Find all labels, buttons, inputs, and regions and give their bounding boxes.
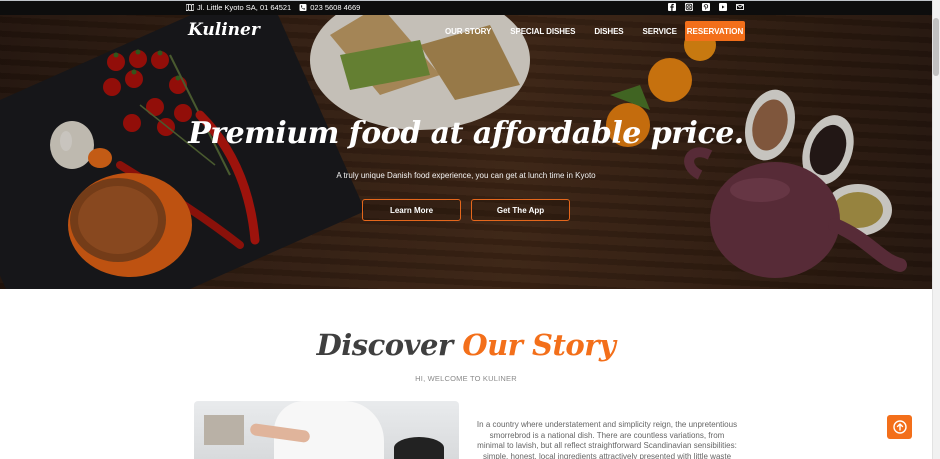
page-scrollbar[interactable] — [932, 0, 940, 459]
hero-subtitle: A truly unique Danish food experience, y… — [336, 171, 596, 180]
social-links — [668, 3, 744, 11]
scrollbar-thumb[interactable] — [933, 18, 939, 76]
hero-overlay — [0, 15, 932, 289]
phone[interactable]: 023 5608 4669 — [299, 3, 360, 12]
story-text: In a country where understatement and si… — [476, 420, 738, 459]
pinterest-icon[interactable] — [702, 3, 710, 11]
phone-icon — [299, 4, 307, 11]
facebook-icon[interactable] — [668, 3, 676, 11]
story-heading-our-story: Our Story — [462, 328, 616, 362]
back-to-top-button[interactable] — [887, 415, 912, 439]
nav-item-special-dishes[interactable]: SPECIAL DISHES — [510, 27, 575, 36]
chef-image — [194, 401, 459, 459]
map-icon — [186, 4, 194, 11]
nav-item-our-story[interactable]: OUR STORY — [445, 27, 491, 36]
site-logo[interactable]: Kuliner — [188, 20, 260, 40]
nav-item-dishes[interactable]: DISHES — [594, 27, 623, 36]
get-the-app-button[interactable]: Get The App — [471, 199, 570, 221]
hero-title: Premium food at affordable price. — [188, 116, 744, 151]
arrow-up-circle-icon — [892, 420, 907, 434]
contact-info: Jl. Little Kyoto SA, 01 64521 023 5608 4… — [186, 3, 360, 12]
phone-text: 023 5608 4669 — [310, 3, 361, 12]
kitchen-shelf-shape — [204, 415, 244, 445]
nav-item-service[interactable]: SERVICE — [643, 27, 677, 36]
reservation-button[interactable]: RESERVATION — [685, 21, 745, 41]
story-heading-discover: Discover — [316, 328, 454, 362]
address: Jl. Little Kyoto SA, 01 64521 — [186, 3, 291, 12]
main-nav: OUR STORY SPECIAL DISHES DISHES SERVICE — [445, 27, 677, 36]
address-text: Jl. Little Kyoto SA, 01 64521 — [197, 3, 292, 12]
welcome-subtitle: HI, WELCOME TO KULINER — [415, 374, 517, 383]
story-heading: Discover Our Story — [0, 328, 932, 362]
hero-section: Kuliner OUR STORY SPECIAL DISHES DISHES … — [0, 15, 932, 289]
top-info-bar: Jl. Little Kyoto SA, 01 64521 023 5608 4… — [0, 1, 932, 15]
mail-icon[interactable] — [736, 3, 744, 11]
instagram-icon[interactable] — [685, 3, 693, 11]
pan-shape — [394, 437, 444, 459]
youtube-icon[interactable] — [719, 3, 727, 11]
learn-more-button[interactable]: Learn More — [362, 199, 461, 221]
